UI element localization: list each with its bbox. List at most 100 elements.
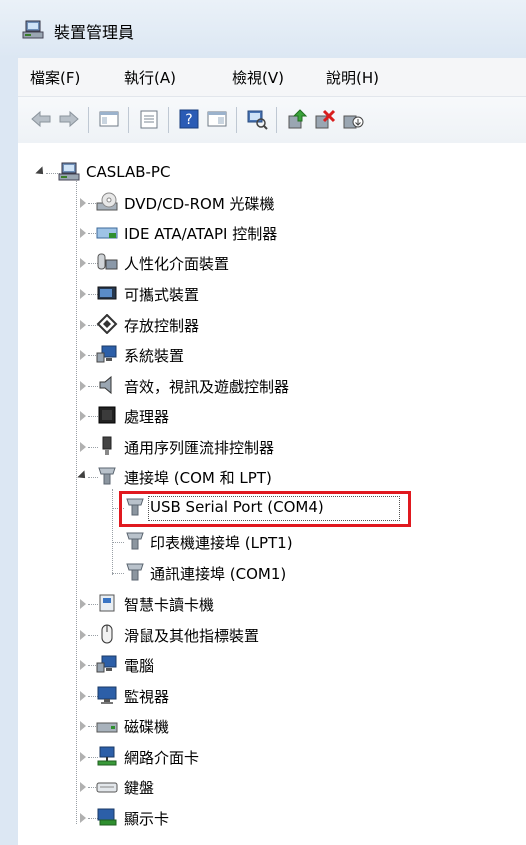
keyboard-icon [96,782,118,793]
scan-hardware-icon[interactable] [246,108,268,130]
show-hide-tree-icon[interactable] [98,108,120,130]
highlight-annotation-box [119,491,411,527]
category-label: 系統裝置 [124,347,185,365]
category-label: 音效，視訊及遊戲控制器 [124,378,290,396]
menu-help[interactable]: 說明(H) [326,67,379,88]
tree-category[interactable]: 智慧卡讀卡機 [64,590,464,618]
device-manager-window: 裝置管理員 檔案(F) 執行(A) 檢視(V) 說明(H) ? CASLAB-P… [0,0,526,845]
menu-bar: 檔案(F) 執行(A) 檢視(V) 說明(H) [18,58,526,97]
category-label: 智慧卡讀卡機 [124,596,215,614]
usb-icon [102,436,112,455]
monitor-icon [97,686,117,704]
expand-arrow-icon[interactable] [80,752,86,762]
category-label: 滑鼠及其他指標裝置 [124,627,260,645]
mouse-icon [101,624,113,644]
expand-arrow-icon[interactable] [80,721,86,731]
tree-category[interactable]: 處理器 [64,402,464,430]
port-item[interactable]: 通訊連接埠 (COM1) [100,559,420,587]
tree-category[interactable]: 磁碟機 [64,712,464,740]
title-bar: 裝置管理員 [0,0,526,59]
hid-icon [97,253,118,270]
tree-root[interactable]: CASLAB-PC [28,159,428,187]
window-title: 裝置管理員 [54,23,135,42]
disable-icon[interactable] [342,108,364,130]
expand-arrow-icon[interactable] [80,630,86,640]
expand-arrow-icon[interactable] [80,782,86,792]
category-label: 存放控制器 [124,317,200,335]
forward-icon[interactable] [58,108,80,130]
tree-connector [112,542,124,543]
system-device-icon [96,345,117,363]
processor-icon [98,406,116,424]
expand-arrow-icon[interactable] [80,411,86,421]
window-left-border [0,58,18,845]
category-label: 顯示卡 [124,810,170,828]
expand-arrow-icon[interactable] [80,198,86,208]
port-connector-icon [98,467,116,485]
help-icon[interactable]: ? [178,108,200,130]
tree-category[interactable]: 電腦 [64,651,464,679]
computer-icon [58,162,80,181]
computer-icon [96,655,117,673]
toolbar: ? [18,97,526,144]
toolbar-separator [128,107,129,133]
tree-category-ports[interactable]: 連接埠 (COM 和 LPT) [64,463,464,491]
tree-category[interactable]: 人性化介面裝置 [64,249,464,277]
update-driver-icon[interactable] [286,108,308,130]
expand-arrow-icon[interactable] [80,381,86,391]
port-label: 通訊連接埠 (COM1) [150,565,287,583]
collapse-arrow-icon[interactable] [77,470,89,482]
menu-view[interactable]: 檢視(V) [232,67,284,88]
category-label: DVD/CD-ROM 光碟機 [124,195,275,213]
tree-category[interactable]: 滑鼠及其他指標裝置 [64,621,464,649]
storage-controller-icon [96,314,118,334]
expand-arrow-icon[interactable] [80,442,86,452]
device-manager-icon [22,20,44,39]
tree-category[interactable]: DVD/CD-ROM 光碟機 [64,189,464,217]
tree-category[interactable]: 存放控制器 [64,311,464,339]
toolbar-separator [236,107,237,133]
expand-arrow-icon[interactable] [80,350,86,360]
menu-file[interactable]: 檔案(F) [30,67,80,88]
uninstall-icon[interactable] [314,108,336,130]
tree-category[interactable]: 顯示卡 [64,804,464,832]
expand-arrow-icon[interactable] [80,599,86,609]
tree-category[interactable]: 系統裝置 [64,341,464,369]
category-label: 可攜式裝置 [124,286,200,304]
expand-arrow-icon[interactable] [80,228,86,238]
category-label: IDE ATA/ATAPI 控制器 [124,225,278,243]
port-label: 印表機連接埠 (LPT1) [150,534,293,552]
category-label: 磁碟機 [124,718,170,736]
display-adapter-icon [97,808,117,826]
collapse-arrow-icon[interactable] [35,166,47,178]
expand-arrow-icon[interactable] [80,289,86,299]
toolbar-separator [168,107,169,133]
speaker-icon [99,375,112,395]
expand-arrow-icon[interactable] [80,660,86,670]
menu-action[interactable]: 執行(A) [124,67,176,88]
port-connector-icon [126,532,144,550]
expand-arrow-icon[interactable] [80,258,86,268]
port-item[interactable]: 印表機連接埠 (LPT1) [100,528,420,556]
back-icon[interactable] [30,108,52,130]
category-label: 鍵盤 [124,779,155,797]
portable-device-icon [97,286,117,300]
expand-arrow-icon[interactable] [80,691,86,701]
tree-category[interactable]: 監視器 [64,682,464,710]
svg-text:?: ? [185,112,192,128]
tree-category[interactable]: 音效，視訊及遊戲控制器 [64,372,464,400]
expand-arrow-icon[interactable] [80,320,86,330]
tree-category[interactable]: 鍵盤 [64,773,464,801]
tree-category[interactable]: 可攜式裝置 [64,280,464,308]
tree-category[interactable]: 通用序列匯流排控制器 [64,433,464,461]
category-label: 電腦 [124,657,155,675]
toolbar-separator [276,107,277,133]
smart-card-reader-icon [99,594,115,612]
properties-icon[interactable] [138,108,160,130]
tree-category[interactable]: 網路介面卡 [64,743,464,771]
expand-arrow-icon[interactable] [80,813,86,823]
category-label: 人性化介面裝置 [124,255,230,273]
view-icon[interactable] [206,108,228,130]
toolbar-separator [88,107,89,133]
tree-category[interactable]: IDE ATA/ATAPI 控制器 [64,219,464,247]
